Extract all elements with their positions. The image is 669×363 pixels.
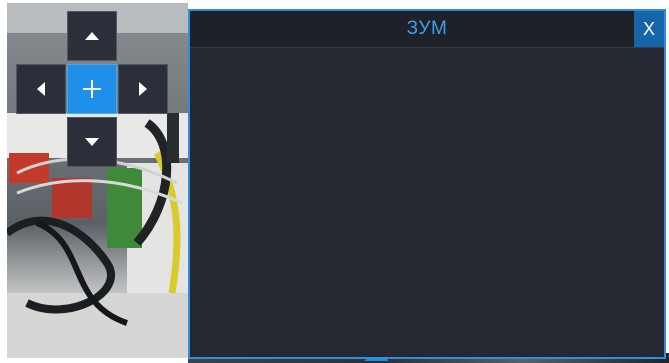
chevron-left-icon	[37, 82, 45, 96]
ptz-up-button[interactable]	[67, 11, 117, 61]
ptz-down-button[interactable]	[67, 117, 117, 167]
plus-icon	[83, 80, 101, 98]
ptz-right-button[interactable]	[118, 64, 168, 114]
zoom-window-title: ЗУМ	[406, 18, 448, 39]
chevron-up-icon	[85, 32, 99, 40]
chevron-right-icon	[139, 82, 147, 96]
ptz-center-button[interactable]	[67, 64, 117, 114]
zoom-window: ЗУМ X	[188, 9, 666, 359]
ptz-left-button[interactable]	[16, 64, 66, 114]
zoom-view-area[interactable]	[190, 48, 664, 357]
zoom-window-header[interactable]: ЗУМ X	[190, 11, 664, 48]
close-button[interactable]: X	[634, 11, 664, 47]
chevron-down-icon	[85, 138, 99, 146]
